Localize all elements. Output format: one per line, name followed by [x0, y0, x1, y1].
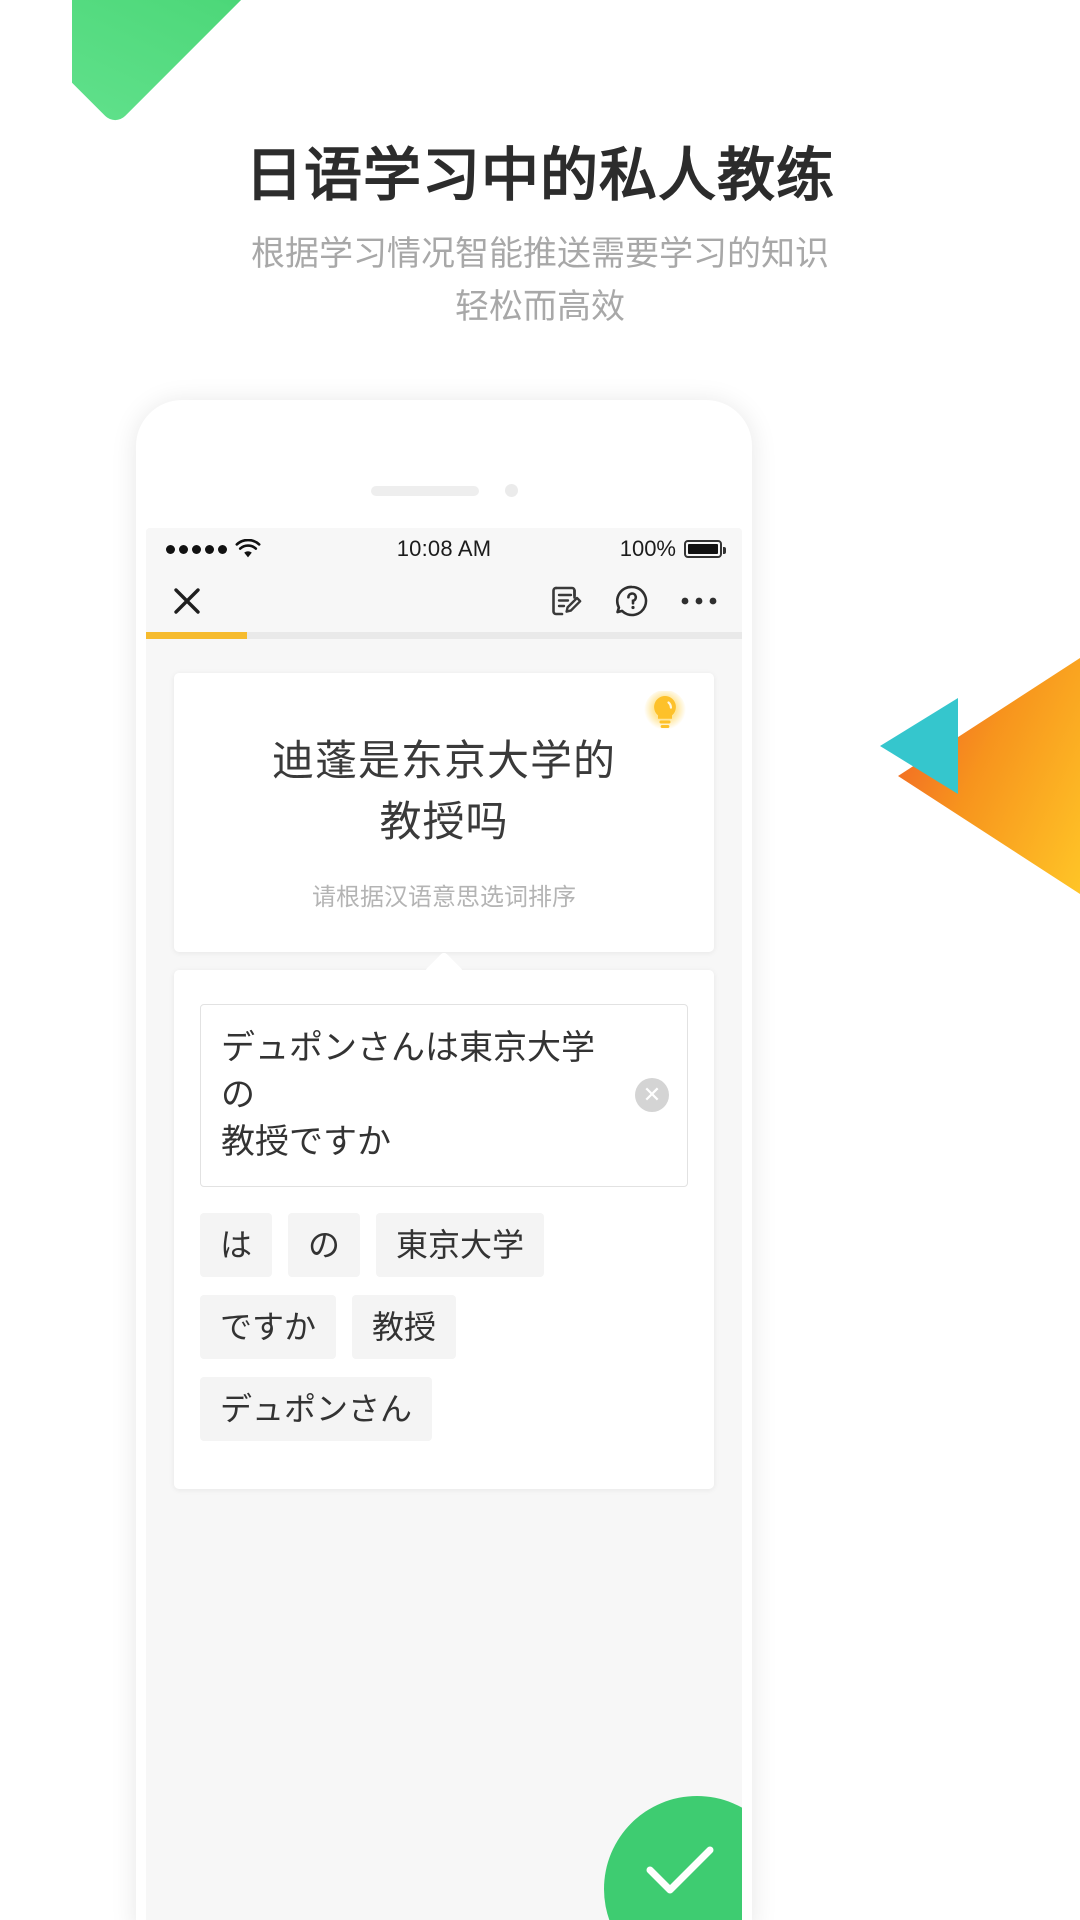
page-subtitle: 根据学习情况智能推送需要学习的知识 轻松而高效 — [0, 228, 1080, 333]
page-title: 日语学习中的私人教练 — [244, 143, 835, 208]
lesson-progress-bar — [146, 632, 742, 639]
lightbulb-icon[interactable] — [642, 690, 688, 737]
clear-circle-icon[interactable]: ✕ — [635, 1078, 669, 1113]
word-chip[interactable]: ですか — [200, 1294, 337, 1359]
answer-card: デュポンさんは東京大学の 教授ですか ✕ は の 東京大学 ですか 教授 デュポ… — [174, 969, 714, 1489]
page-subtitle-line2: 轻松而高效 — [455, 287, 625, 326]
phone-screen: 10:08 AM 100% 迪蓬是东京大学的 教授吗 请根据汉语意思选词排序 デ… — [146, 528, 742, 1920]
battery-full-icon — [684, 540, 726, 558]
question-card: 迪蓬是东京大学的 教授吗 请根据汉语意思选词排序 — [174, 673, 714, 952]
confirm-button[interactable] — [604, 1796, 742, 1920]
check-icon — [646, 1846, 716, 1903]
question-prompt: 迪蓬是东京大学的 教授吗 — [208, 731, 680, 853]
note-edit-icon[interactable] — [548, 583, 584, 619]
arrow-decoration — [880, 650, 1080, 900]
word-chip[interactable]: の — [288, 1212, 361, 1277]
word-chip[interactable]: 東京大学 — [376, 1212, 545, 1277]
status-bar: 10:08 AM 100% — [146, 528, 742, 570]
help-bubble-icon[interactable] — [614, 583, 650, 619]
page-subtitle-line1: 根据学习情况智能推送需要学习的知识 — [251, 235, 829, 273]
status-bar-left — [166, 538, 397, 559]
question-prompt-line2: 教授吗 — [379, 797, 509, 845]
word-chip[interactable]: 教授 — [352, 1294, 457, 1359]
toolbar-left — [170, 584, 548, 618]
answer-line1: デュポンさんは東京大学の — [221, 1028, 595, 1114]
front-camera-icon — [504, 484, 518, 497]
app-toolbar — [146, 570, 742, 632]
lesson-progress-fill — [146, 632, 248, 639]
lesson-content: 迪蓬是东京大学的 教授吗 请根据汉语意思选词排序 デュポンさんは東京大学の 教授… — [146, 639, 742, 1489]
signal-dots-icon — [166, 544, 227, 554]
orange-arrow-shape — [898, 658, 1080, 894]
status-bar-time: 10:08 AM — [396, 536, 492, 561]
word-chip[interactable]: デュポンさん — [200, 1376, 433, 1441]
speaker-grille-icon — [370, 485, 479, 496]
toolbar-right — [548, 583, 718, 619]
answer-input[interactable]: デュポンさんは東京大学の 教授ですか ✕ — [200, 1003, 688, 1187]
close-icon[interactable] — [170, 584, 204, 618]
phone-notch — [136, 484, 752, 497]
answer-line2: 教授ですか — [221, 1122, 391, 1161]
phone-mockup: 10:08 AM 100% 迪蓬是东京大学的 教授吗 请根据汉语意思选词排序 デ… — [136, 400, 752, 1920]
word-chip-list: は の 東京大学 ですか 教授 デュポンさん — [200, 1212, 688, 1441]
battery-percent-label: 100% — [619, 536, 676, 561]
status-bar-right: 100% — [491, 536, 726, 562]
more-horizontal-icon[interactable] — [680, 594, 718, 608]
word-chip[interactable]: は — [200, 1212, 273, 1277]
promo-page: 日语学习中的私人教练 根据学习情况智能推送需要学习的知识 轻松而高效 10:08… — [0, 0, 1080, 1920]
question-prompt-line1: 迪蓬是东京大学的 — [271, 737, 616, 784]
wifi-icon — [235, 538, 261, 559]
question-instruction: 请根据汉语意思选词排序 — [312, 883, 576, 911]
